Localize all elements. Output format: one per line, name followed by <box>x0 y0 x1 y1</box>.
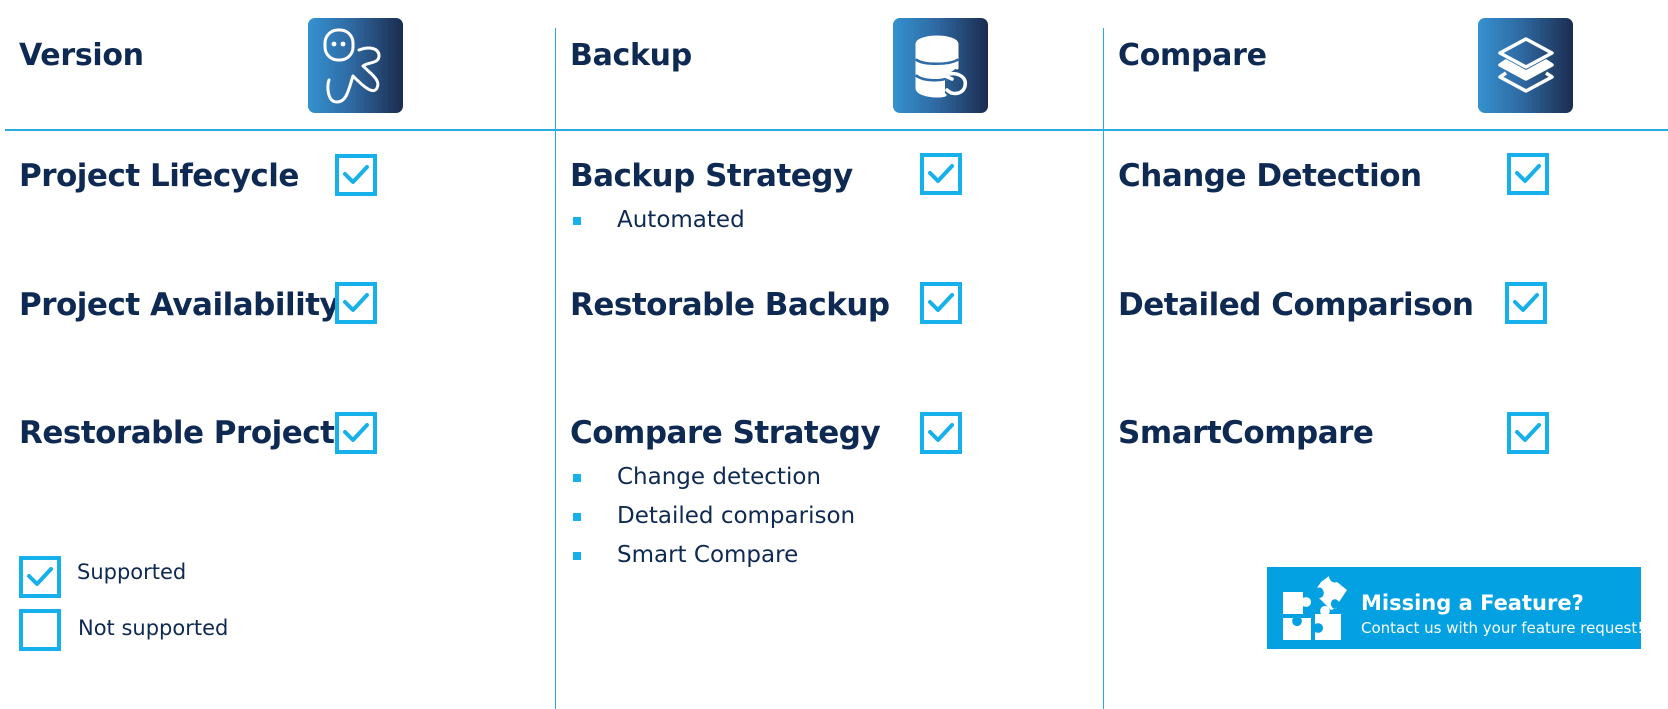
feature-compare-strategy: Compare Strategy <box>570 415 881 451</box>
column-title: Compare <box>1118 38 1267 73</box>
feature-request-banner[interactable]: Missing a Feature? Contact us with your … <box>1267 567 1644 649</box>
column-divider-1 <box>555 28 556 709</box>
subitem-automated: Automated <box>617 207 745 233</box>
supported-checkbox-icon <box>335 282 377 324</box>
column-title: Backup <box>570 38 692 73</box>
supported-checkbox-icon <box>335 412 377 454</box>
subitem-detailed-comparison: Detailed comparison <box>617 503 856 529</box>
feature-backup-strategy: Backup Strategy <box>570 158 853 194</box>
legend-not-supported-label: Not supported <box>78 616 229 640</box>
feature-restorable-backup: Restorable Backup <box>570 287 890 323</box>
bullet-icon <box>573 513 581 521</box>
legend-supported-checkbox-icon <box>19 556 61 598</box>
supported-checkbox-icon <box>920 153 962 195</box>
bullet-icon <box>573 552 581 560</box>
column-title: Version <box>19 38 144 73</box>
supported-checkbox-icon <box>920 412 962 454</box>
feature-smartcompare: SmartCompare <box>1118 415 1374 451</box>
legend-not-supported-checkbox-icon <box>19 609 61 651</box>
supported-checkbox-icon <box>1507 153 1549 195</box>
banner-subtitle: Contact us with your feature request! <box>1361 619 1644 637</box>
feature-project-lifecycle: Project Lifecycle <box>19 158 299 194</box>
feature-change-detection: Change Detection <box>1118 158 1422 194</box>
feature-project-availability: Project Availability <box>19 287 340 323</box>
column-divider-2 <box>1103 28 1104 709</box>
supported-checkbox-icon <box>335 154 377 196</box>
legend-supported-label: Supported <box>77 560 187 584</box>
bullet-icon <box>573 474 581 482</box>
subitem-change-detection: Change detection <box>617 464 821 490</box>
banner-title: Missing a Feature? <box>1361 591 1584 615</box>
supported-checkbox-icon <box>920 282 962 324</box>
header-divider <box>5 129 1668 131</box>
database-restore-icon <box>893 18 988 113</box>
feature-restorable-project: Restorable Project <box>19 415 335 451</box>
feature-detailed-comparison: Detailed Comparison <box>1118 287 1474 323</box>
layers-icon <box>1478 18 1573 113</box>
supported-checkbox-icon <box>1505 282 1547 324</box>
subitem-smart-compare: Smart Compare <box>617 542 799 568</box>
puzzle-pieces-icon <box>1281 574 1353 648</box>
octopus-mascot-icon <box>308 18 403 113</box>
bullet-icon <box>573 217 581 225</box>
supported-checkbox-icon <box>1507 412 1549 454</box>
